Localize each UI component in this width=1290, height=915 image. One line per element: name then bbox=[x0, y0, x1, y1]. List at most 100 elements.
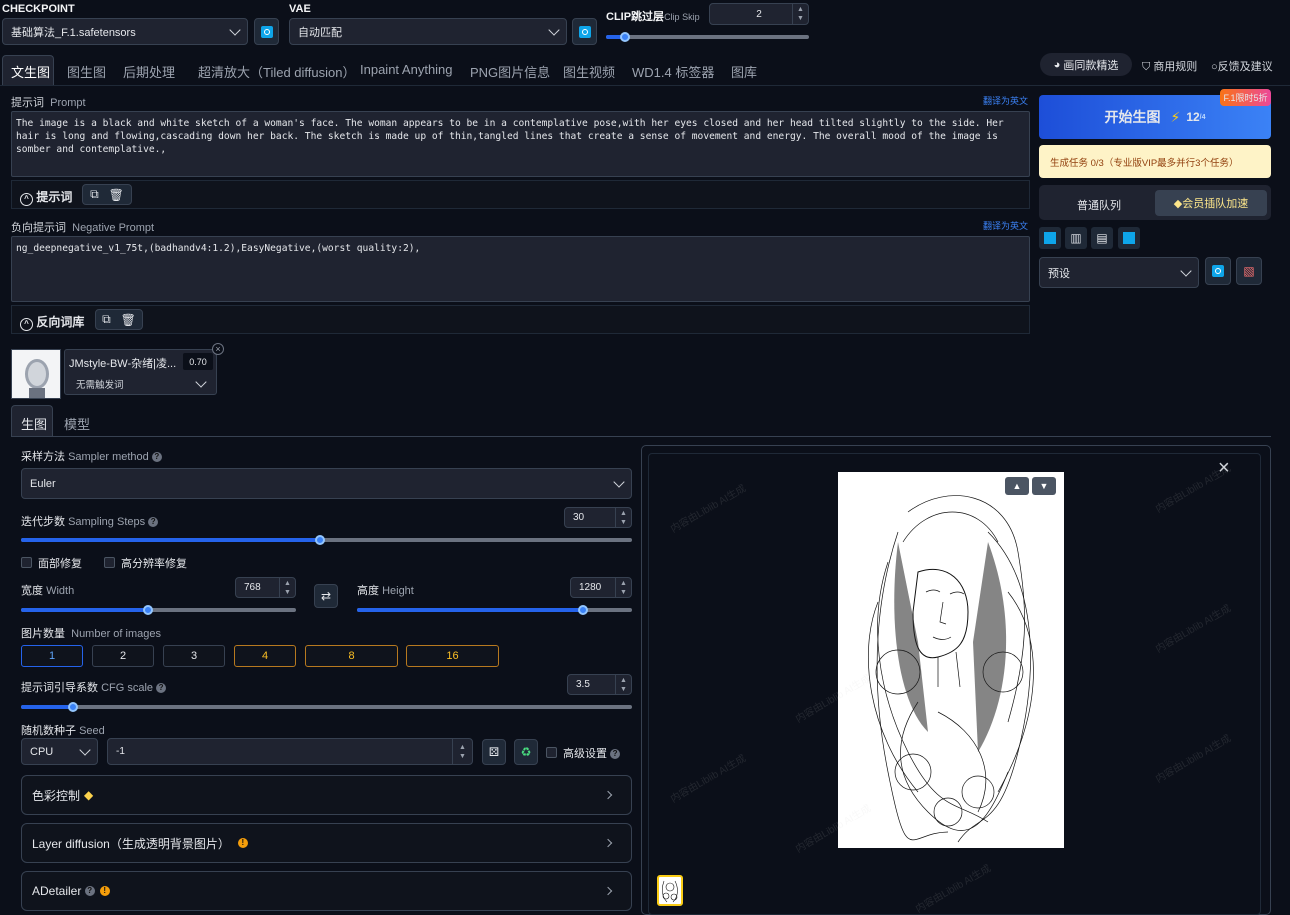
feedback-link[interactable]: ○反馈及建议 bbox=[1211, 58, 1273, 74]
tab-png-info[interactable]: PNG图片信息 bbox=[470, 62, 550, 81]
color-control-panel[interactable]: 色彩控制 ◆ bbox=[21, 775, 632, 815]
preset-refresh-button[interactable] bbox=[1205, 257, 1231, 285]
batch-option-2[interactable]: 2 bbox=[92, 645, 154, 667]
hires-fix-label: 高分辨率修复 bbox=[121, 558, 187, 570]
batch-option-3[interactable]: 3 bbox=[163, 645, 225, 667]
batch-option-1[interactable]: 1 bbox=[21, 645, 83, 667]
sketch-portrait-image bbox=[868, 495, 1034, 843]
prompt-translate-link[interactable]: 翻译为英文 bbox=[983, 94, 1028, 107]
negative-actions: ⧉ 🗑 bbox=[95, 309, 143, 330]
layer-diffusion-panel[interactable]: Layer diffusion（生成透明背景图片）! bbox=[21, 823, 632, 863]
collapse-icon: ^ bbox=[20, 318, 33, 331]
stepper-icon[interactable]: ▲ ▼ bbox=[279, 578, 295, 597]
lora-weight-input[interactable]: 0.70 bbox=[183, 353, 213, 370]
tab-extras[interactable]: 后期处理 bbox=[123, 62, 175, 81]
collapse-icon: ^ bbox=[20, 193, 33, 206]
reuse-seed-button[interactable]: ♻ bbox=[514, 739, 538, 765]
dice-icon: ⚄ bbox=[488, 745, 500, 759]
chevron-down-icon bbox=[1180, 264, 1192, 277]
queue-normal-option[interactable]: 普通队列 bbox=[1077, 197, 1121, 213]
width-slider[interactable] bbox=[21, 605, 296, 615]
height-slider[interactable] bbox=[357, 605, 632, 615]
gallery-thumbnail[interactable] bbox=[657, 875, 683, 906]
preset-select[interactable]: 预设 bbox=[1039, 257, 1199, 288]
swap-dimensions-button[interactable]: ⇄ bbox=[314, 584, 338, 608]
batch-option-8[interactable]: 8 bbox=[305, 645, 398, 667]
copy-icon[interactable]: ⧉ bbox=[102, 312, 111, 327]
vae-select[interactable]: 自动匹配 bbox=[289, 18, 567, 45]
tab-divider bbox=[0, 85, 1290, 86]
stepper-icon[interactable]: ▲ ▼ bbox=[792, 4, 808, 24]
copy-icon[interactable]: ⧉ bbox=[90, 187, 99, 202]
chevron-right-icon bbox=[603, 790, 613, 800]
seed-device-select[interactable]: CPU bbox=[21, 738, 98, 765]
stepper-icon[interactable]: ▲ ▼ bbox=[615, 578, 631, 597]
checkpoint-select[interactable]: 基础算法_F.1.safetensors bbox=[2, 18, 248, 45]
adetailer-panel[interactable]: ADetailer ?! bbox=[21, 871, 632, 911]
advanced-settings-label: 高级设置 ? bbox=[563, 745, 621, 761]
stepper-icon[interactable]: ▲ ▼ bbox=[615, 675, 631, 694]
thumbs-up-icon[interactable]: ▲ bbox=[1005, 477, 1029, 495]
negative-library-toggle[interactable]: ^ 反向词库 bbox=[20, 313, 84, 331]
clear-button[interactable]: ▥ bbox=[1065, 227, 1087, 249]
steps-slider[interactable] bbox=[21, 535, 632, 545]
face-thumbnail-icon bbox=[25, 359, 49, 398]
commercial-rules-link[interactable]: ⛉ 商用规则 bbox=[1142, 58, 1197, 74]
tab-tiled-diffusion[interactable]: 超清放大（Tiled diffusion） bbox=[198, 62, 356, 81]
prompt-library-toggle[interactable]: ^ 提示词 bbox=[20, 188, 72, 206]
clip-skip-input[interactable]: 2 ▲ ▼ bbox=[709, 3, 809, 25]
prompt-textarea[interactable]: The image is a black and white sketch of… bbox=[11, 111, 1030, 177]
edit-icon: ▧ bbox=[1243, 264, 1255, 278]
tab-wd-tagger[interactable]: WD1.4 标签器 bbox=[632, 62, 714, 81]
stepper-icon[interactable]: ▲ ▼ bbox=[452, 739, 472, 764]
paste-params-button[interactable] bbox=[1039, 227, 1061, 249]
generated-image[interactable] bbox=[838, 472, 1064, 848]
clip-skip-slider[interactable] bbox=[606, 32, 809, 42]
chevron-down-icon bbox=[548, 23, 560, 36]
lora-thumbnail[interactable] bbox=[11, 349, 61, 399]
cfg-slider[interactable] bbox=[21, 702, 632, 712]
lora-trigger-select[interactable]: 无需触发词 bbox=[66, 374, 215, 393]
preset-save-button[interactable]: ▧ bbox=[1236, 257, 1262, 285]
prompt-label: 提示词 Prompt bbox=[11, 97, 86, 109]
sampler-select[interactable]: Euler bbox=[21, 468, 632, 499]
random-seed-button[interactable]: ⚄ bbox=[482, 739, 506, 765]
batch-option-4[interactable]: 4 bbox=[234, 645, 296, 667]
negative-prompt-textarea[interactable]: ng_deepnegative_v1_75t,(badhandv4:1.2),E… bbox=[11, 236, 1030, 302]
tab-txt2img[interactable]: 文生图 bbox=[11, 62, 50, 81]
stepper-icon[interactable]: ▲ ▼ bbox=[615, 508, 631, 527]
lightning-icon: ⚡ bbox=[1170, 108, 1181, 125]
advanced-settings-checkbox[interactable] bbox=[546, 747, 557, 758]
apply-style-button[interactable] bbox=[1118, 227, 1140, 249]
width-input[interactable]: 768 ▲ ▼ bbox=[235, 577, 296, 598]
queue-vip-option[interactable]: ◆ 会员插队加速 bbox=[1155, 190, 1267, 216]
height-label: 高度 Height bbox=[357, 585, 414, 597]
tab-gallery[interactable]: 图库 bbox=[731, 62, 757, 81]
batch-option-16[interactable]: 16 bbox=[406, 645, 499, 667]
chevron-right-icon bbox=[603, 838, 613, 848]
help-icon: ? bbox=[610, 749, 621, 760]
trash-icon[interactable]: 🗑 bbox=[121, 313, 136, 327]
tab-inpaint-anything[interactable]: Inpaint Anything bbox=[360, 62, 453, 77]
negative-translate-link[interactable]: 翻译为英文 bbox=[983, 219, 1028, 232]
featured-button[interactable]: ◕ 画同款精选 bbox=[1040, 53, 1132, 76]
trash-icon[interactable]: 🗑 bbox=[109, 188, 124, 202]
tab-img2video[interactable]: 图生视频 bbox=[563, 62, 615, 81]
steps-input[interactable]: 30 ▲ ▼ bbox=[564, 507, 632, 528]
vae-refresh-button[interactable] bbox=[572, 18, 597, 45]
face-restore-checkbox[interactable] bbox=[21, 557, 32, 568]
cfg-input[interactable]: 3.5 ▲ ▼ bbox=[567, 674, 632, 695]
height-input[interactable]: 1280 ▲ ▼ bbox=[570, 577, 632, 598]
hires-fix-checkbox[interactable] bbox=[104, 557, 115, 568]
checkpoint-refresh-button[interactable] bbox=[254, 18, 279, 45]
trash-icon: ▥ bbox=[1070, 231, 1082, 245]
lora-remove-icon[interactable]: × bbox=[212, 343, 224, 355]
subtab-generate[interactable]: 生图 bbox=[21, 414, 47, 433]
style-button[interactable]: ▤ bbox=[1091, 227, 1113, 249]
seed-input[interactable]: -1 ▲ ▼ bbox=[107, 738, 473, 765]
tab-img2img[interactable]: 图生图 bbox=[67, 62, 106, 81]
subtab-model[interactable]: 模型 bbox=[64, 414, 90, 433]
thumbs-down-icon[interactable]: ▼ bbox=[1032, 477, 1056, 495]
checkpoint-label: CHECKPOINT bbox=[2, 3, 75, 15]
cfg-label: 提示词引导系数 CFG scale ? bbox=[21, 679, 167, 695]
